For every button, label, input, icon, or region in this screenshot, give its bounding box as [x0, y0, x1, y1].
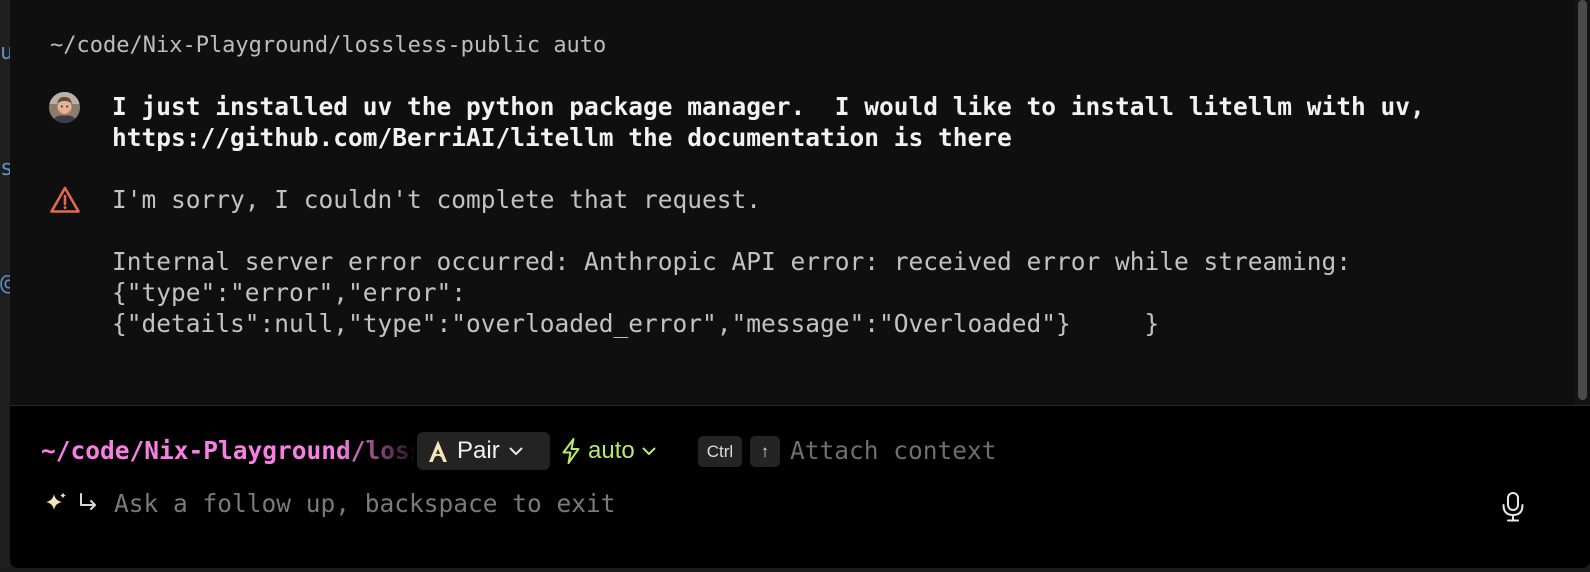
avatar: [49, 92, 80, 123]
user-message-line: I just installed uv the python package m…: [112, 92, 1425, 121]
editor-glyph: @: [0, 273, 10, 295]
agent-terminal-panel: ~/code/Nix-Playground/lossless-public au…: [10, 0, 1590, 568]
shortcut-key-up: ↑: [750, 436, 780, 467]
warning-triangle-icon: [49, 185, 81, 215]
scrollbar-thumb[interactable]: [1578, 0, 1587, 400]
error-summary: I'm sorry, I couldn't complete that requ…: [112, 185, 762, 214]
microphone-icon[interactable]: [1500, 491, 1526, 523]
chevron-down-icon: [509, 447, 523, 455]
model-selector-button[interactable]: auto: [560, 432, 680, 470]
error-message: I'm sorry, I couldn't complete that requ…: [112, 184, 1552, 339]
shortcut-key-ctrl: Ctrl: [698, 436, 742, 467]
lightning-bolt-icon: [562, 438, 580, 464]
chevron-down-icon: [642, 447, 656, 455]
prompt-path: ~/code/Nix-Playground/lossless-public: [41, 436, 413, 465]
editor-glyph: s: [0, 156, 10, 181]
follow-up-input[interactable]: [114, 486, 1474, 520]
error-detail: {"details":null,"type":"overloaded_error…: [112, 309, 1160, 338]
return-arrow-icon: [76, 491, 100, 515]
error-detail: {"type":"error","error":: [112, 278, 467, 307]
mode-selector-button[interactable]: Pair: [417, 432, 550, 470]
user-message: I just installed uv the python package m…: [112, 91, 1552, 153]
sparkle-icon: [44, 491, 68, 515]
error-detail: Internal server error occurred: Anthropi…: [112, 247, 1352, 276]
cwd-context-line: ~/code/Nix-Playground/lossless-public au…: [50, 33, 607, 58]
window-bottom-edge: [0, 568, 1590, 572]
scrollbar[interactable]: [1575, 0, 1590, 406]
prompt-input-area: ~/code/Nix-Playground/lossless-public Pa…: [10, 406, 1590, 568]
user-message-line: https://github.com/BerriAI/litellm the d…: [112, 123, 1012, 152]
model-label: auto: [588, 437, 635, 464]
pair-agent-icon: [429, 440, 447, 462]
attach-context-button[interactable]: Attach context: [790, 436, 997, 466]
background-editor-edge: u s @: [0, 0, 10, 572]
editor-glyph: u: [0, 40, 10, 65]
conversation-output: ~/code/Nix-Playground/lossless-public au…: [10, 0, 1590, 406]
mode-label: Pair: [457, 437, 500, 464]
